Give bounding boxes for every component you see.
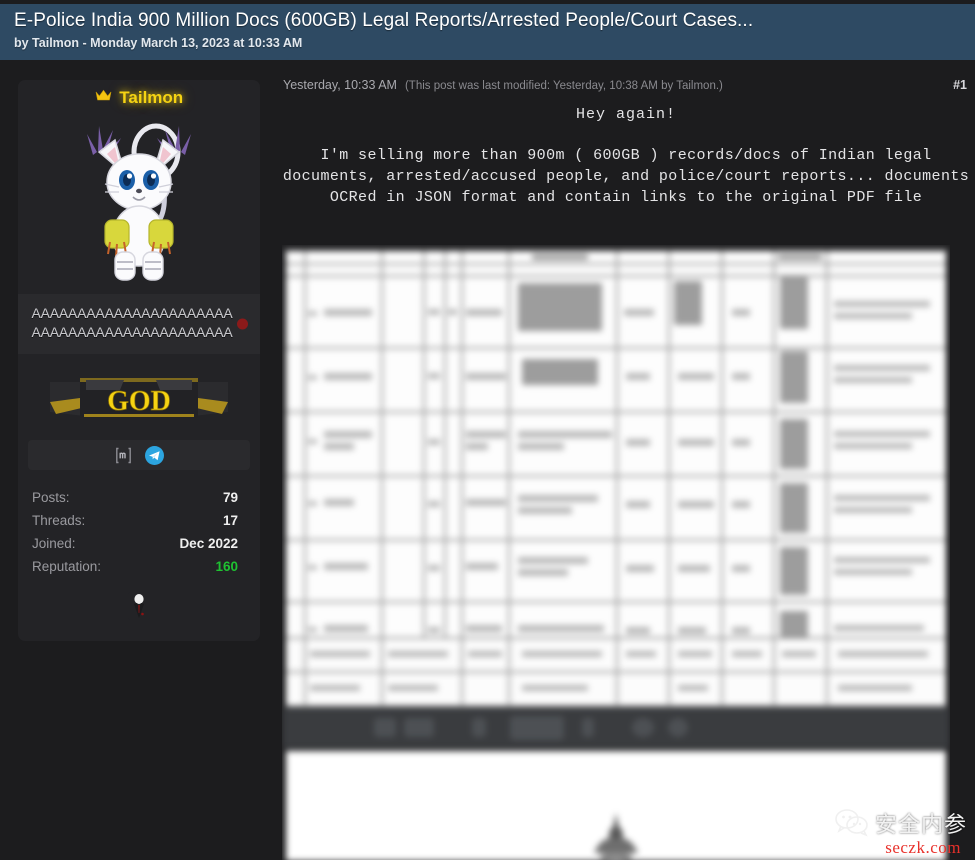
stat-label: Reputation: (32, 559, 102, 574)
username-label: Tailmon (119, 88, 184, 107)
award-badge-wrap (18, 584, 260, 641)
post-edited-note: (This post was last modified: Yesterday,… (404, 80, 723, 92)
tailmon-avatar-icon (87, 123, 191, 281)
post-meta: Yesterday, 10:33 AM (This post was last … (277, 64, 975, 92)
stat-value: 79 (222, 490, 238, 505)
stat-row-reputation: Reputation: 160 (32, 555, 238, 578)
post-greeting: Hey again! (575, 106, 676, 123)
crown-icon (95, 89, 112, 107)
rank-label-text: GOD (107, 386, 171, 417)
stat-row-threads: Threads: 17 (32, 509, 238, 532)
post-number[interactable]: #1 (953, 78, 967, 92)
status-badge (237, 318, 248, 330)
stat-label: Posts: (32, 490, 70, 505)
stat-label: Threads: (32, 513, 86, 528)
stat-value: Dec 2022 (179, 536, 238, 551)
username-row[interactable]: Tailmon (18, 80, 260, 110)
post-text: I'm selling more than 900m ( 600GB ) rec… (282, 147, 970, 206)
user-signature: AAAAAAAAAAAAAAAAAAAAAAAAAAAAAAAAAAAAAAAA… (18, 294, 260, 354)
suit-badge-icon[interactable] (128, 592, 150, 620)
stat-value-reputation[interactable]: 160 (215, 555, 238, 578)
government-emblem-icon (594, 813, 638, 860)
thread-content: Tailmon AAAAAAAAAAAAAAAAAAAAAAAAAAAAAAAA… (0, 64, 975, 860)
contact-bar (28, 440, 250, 470)
stat-value: 17 (222, 513, 238, 528)
pdf-viewer-toolbar[interactable] (282, 707, 950, 749)
spreadsheet-table (286, 251, 946, 676)
spreadsheet-lower-rows (286, 637, 946, 709)
thread-byline: by Tailmon - Monday March 13, 2023 at 10… (14, 36, 303, 50)
avatar[interactable] (18, 110, 260, 294)
post-container: Yesterday, 10:33 AM (This post was last … (277, 64, 975, 860)
pdf-page-preview (286, 751, 946, 860)
blurred-screenshot (282, 245, 950, 860)
post-date: Yesterday, 10:33 AM (283, 78, 397, 92)
page-title: E-Police India 900 Million Docs (600GB) … (14, 10, 754, 31)
stat-row-posts: Posts: 79 (32, 486, 238, 509)
rank-banner-wrap: GOD (18, 354, 260, 434)
post-attachment-image[interactable] (282, 245, 950, 860)
post-body: Hey again! I'm selling more than 900m ( … (277, 104, 975, 208)
thread-header: E-Police India 900 Million Docs (600GB) … (0, 4, 975, 60)
user-panel: Tailmon AAAAAAAAAAAAAAAAAAAAAAAAAAAAAAAA… (18, 80, 260, 641)
telegram-icon[interactable] (144, 445, 164, 465)
signature-text: AAAAAAAAAAAAAAAAAAAAAAAAAAAAAAAAAAAAAAAA… (31, 305, 233, 340)
matrix-icon[interactable] (115, 447, 132, 464)
rank-banner-god-icon: GOD (50, 378, 228, 418)
stat-label: Joined: (32, 536, 76, 551)
user-stats: Posts: 79 Threads: 17 Joined: Dec 2022 R… (18, 470, 260, 584)
stat-row-joined: Joined: Dec 2022 (32, 532, 238, 555)
